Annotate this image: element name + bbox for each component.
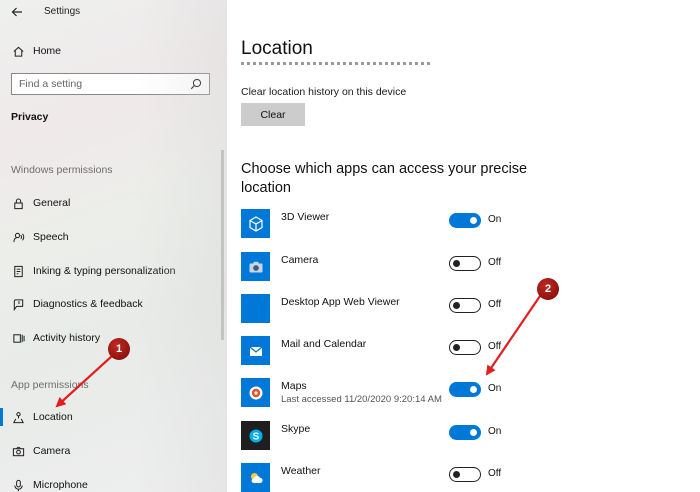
sidebar-item-inking-typing[interactable]: Inking & typing personalization — [10, 261, 175, 281]
sidebar-item-label: Camera — [33, 445, 71, 457]
back-button[interactable] — [10, 5, 24, 19]
back-arrow-icon — [11, 7, 22, 17]
sidebar-item-home[interactable]: Home — [10, 41, 61, 61]
microphone-icon — [10, 478, 26, 492]
inking-icon — [10, 264, 26, 278]
annotation-marker-1: 1 — [108, 338, 130, 360]
toggle-skype[interactable] — [449, 425, 481, 440]
sidebar-scrollbar[interactable] — [221, 150, 224, 340]
sidebar: Settings Home Privacy Windows permission… — [0, 0, 227, 492]
toggle-desktop-app-web-viewer[interactable] — [449, 298, 481, 313]
home-icon — [10, 44, 26, 58]
app-name: Desktop App Web Viewer — [281, 296, 400, 308]
toggle-state-label: Off — [488, 341, 502, 352]
search-box[interactable] — [11, 73, 210, 95]
toggle-3d-viewer[interactable] — [449, 213, 481, 228]
skype-icon: S — [241, 421, 270, 450]
activity-history-icon — [10, 331, 26, 345]
diagnostics-icon — [10, 297, 26, 311]
selected-indicator — [0, 408, 3, 426]
camera-icon — [10, 444, 26, 458]
3d-viewer-icon — [241, 209, 270, 238]
app-name: Maps — [281, 380, 307, 392]
app-row-weather: Weather Off — [241, 463, 531, 492]
sidebar-item-location[interactable]: Location — [10, 407, 73, 427]
mail-icon — [241, 336, 270, 365]
sidebar-item-label: Home — [33, 45, 62, 57]
sidebar-item-label: Speech — [33, 231, 69, 243]
app-name: Mail and Calendar — [281, 338, 367, 350]
toggle-camera[interactable] — [449, 256, 481, 271]
toggle-state-label: On — [488, 214, 502, 225]
app-row-3d-viewer: 3D Viewer On — [241, 209, 531, 243]
sidebar-item-label: Diagnostics & feedback — [33, 298, 143, 310]
apps-heading: Choose which apps can access your precis… — [241, 161, 528, 196]
weather-icon — [241, 463, 270, 492]
section-label-windows-permissions: Windows permissions — [11, 164, 113, 176]
toggle-state-label: Off — [488, 257, 502, 268]
sidebar-item-label: General — [33, 197, 71, 209]
sidebar-item-speech[interactable]: Speech — [10, 227, 69, 247]
last-accessed-text: Last accessed 11/20/2020 9:20:14 AM — [281, 394, 442, 405]
search-input[interactable] — [19, 78, 190, 90]
partially-hidden-text — [241, 60, 441, 66]
camera-app-icon — [241, 252, 270, 281]
app-name: Weather — [281, 465, 321, 477]
sidebar-item-label: Microphone — [33, 479, 88, 491]
app-row-camera: Camera Off — [241, 252, 531, 286]
app-row-skype: S Skype On — [241, 421, 531, 455]
main-content: Location Clear location history on this … — [227, 0, 700, 492]
section-title-privacy: Privacy — [11, 111, 49, 123]
toggle-state-label: On — [488, 383, 502, 394]
clear-history-description: Clear location history on this device — [241, 86, 407, 98]
lock-icon — [10, 196, 26, 210]
toggle-state-label: Off — [488, 468, 502, 479]
speech-icon — [10, 230, 26, 244]
sidebar-item-general[interactable]: General — [10, 193, 70, 213]
sidebar-item-label: Location — [33, 411, 73, 423]
toggle-weather[interactable] — [449, 467, 481, 482]
sidebar-item-label: Activity history — [33, 332, 101, 344]
toggle-state-label: On — [488, 426, 502, 437]
section-label-app-permissions: App permissions — [11, 379, 89, 391]
blank-tile-icon — [241, 294, 270, 323]
annotation-marker-2: 2 — [537, 278, 559, 300]
app-row-mail-calendar: Mail and Calendar Off — [241, 336, 531, 370]
sidebar-item-camera[interactable]: Camera — [10, 441, 70, 461]
svg-text:S: S — [252, 431, 259, 442]
toggle-mail-calendar[interactable] — [449, 340, 481, 355]
page-title: Location — [241, 38, 313, 59]
clear-button[interactable]: Clear — [241, 103, 305, 126]
toggle-state-label: Off — [488, 299, 502, 310]
app-name: Skype — [281, 423, 311, 435]
sidebar-item-activity-history[interactable]: Activity history — [10, 328, 100, 348]
app-name: 3D Viewer — [281, 211, 330, 223]
search-icon — [190, 78, 202, 90]
app-row-desktop-app-web-viewer: Desktop App Web Viewer Off — [241, 294, 531, 328]
location-icon — [10, 410, 26, 424]
sidebar-item-label: Inking & typing personalization — [33, 265, 176, 277]
app-name: Camera — [281, 254, 319, 266]
toggle-maps[interactable] — [449, 382, 481, 397]
sidebar-item-diagnostics[interactable]: Diagnostics & feedback — [10, 294, 143, 314]
window-title: Settings — [44, 6, 81, 17]
sidebar-item-microphone[interactable]: Microphone — [10, 475, 88, 492]
app-row-maps: Maps Last accessed 11/20/2020 9:20:14 AM… — [241, 378, 531, 412]
maps-icon — [241, 378, 270, 407]
